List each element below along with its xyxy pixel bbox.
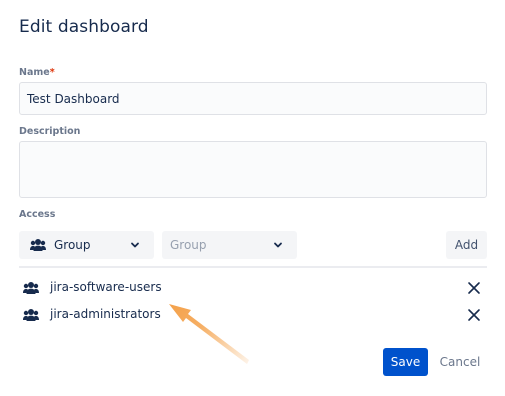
group-select[interactable]: Group bbox=[162, 231, 297, 259]
group-icon bbox=[30, 238, 46, 255]
access-label: Access bbox=[19, 209, 56, 220]
close-icon[interactable] bbox=[467, 280, 481, 299]
name-input-value: Test Dashboard bbox=[27, 91, 120, 106]
group-icon bbox=[23, 280, 39, 299]
cancel-button[interactable]: Cancel bbox=[436, 348, 484, 376]
edit-dashboard-dialog: Edit dashboard Name* Test Dashboard Desc… bbox=[0, 0, 505, 396]
share-row: jira-administrators bbox=[19, 303, 487, 325]
description-label: Description bbox=[19, 126, 81, 137]
save-button[interactable]: Save bbox=[383, 348, 428, 376]
chevron-down-icon bbox=[130, 239, 140, 249]
description-textarea[interactable] bbox=[19, 141, 487, 198]
share-group-name: jira-administrators bbox=[50, 307, 161, 321]
required-marker: * bbox=[49, 67, 55, 78]
share-type-select[interactable]: Group bbox=[19, 231, 154, 259]
group-icon bbox=[23, 307, 39, 326]
name-input[interactable]: Test Dashboard bbox=[19, 82, 487, 115]
close-icon[interactable] bbox=[467, 307, 481, 326]
chevron-down-icon bbox=[273, 239, 283, 249]
name-label-text: Name bbox=[19, 67, 50, 78]
share-type-selected: Group bbox=[54, 238, 91, 252]
dialog-title: Edit dashboard bbox=[19, 17, 149, 37]
share-group-name: jira-software-users bbox=[50, 280, 162, 294]
annotation-arrow bbox=[169, 304, 249, 364]
divider bbox=[19, 266, 487, 268]
add-share-button[interactable]: Add bbox=[446, 231, 487, 259]
name-label: Name* bbox=[19, 67, 55, 78]
group-select-placeholder: Group bbox=[170, 238, 207, 252]
share-row: jira-software-users bbox=[19, 276, 487, 298]
